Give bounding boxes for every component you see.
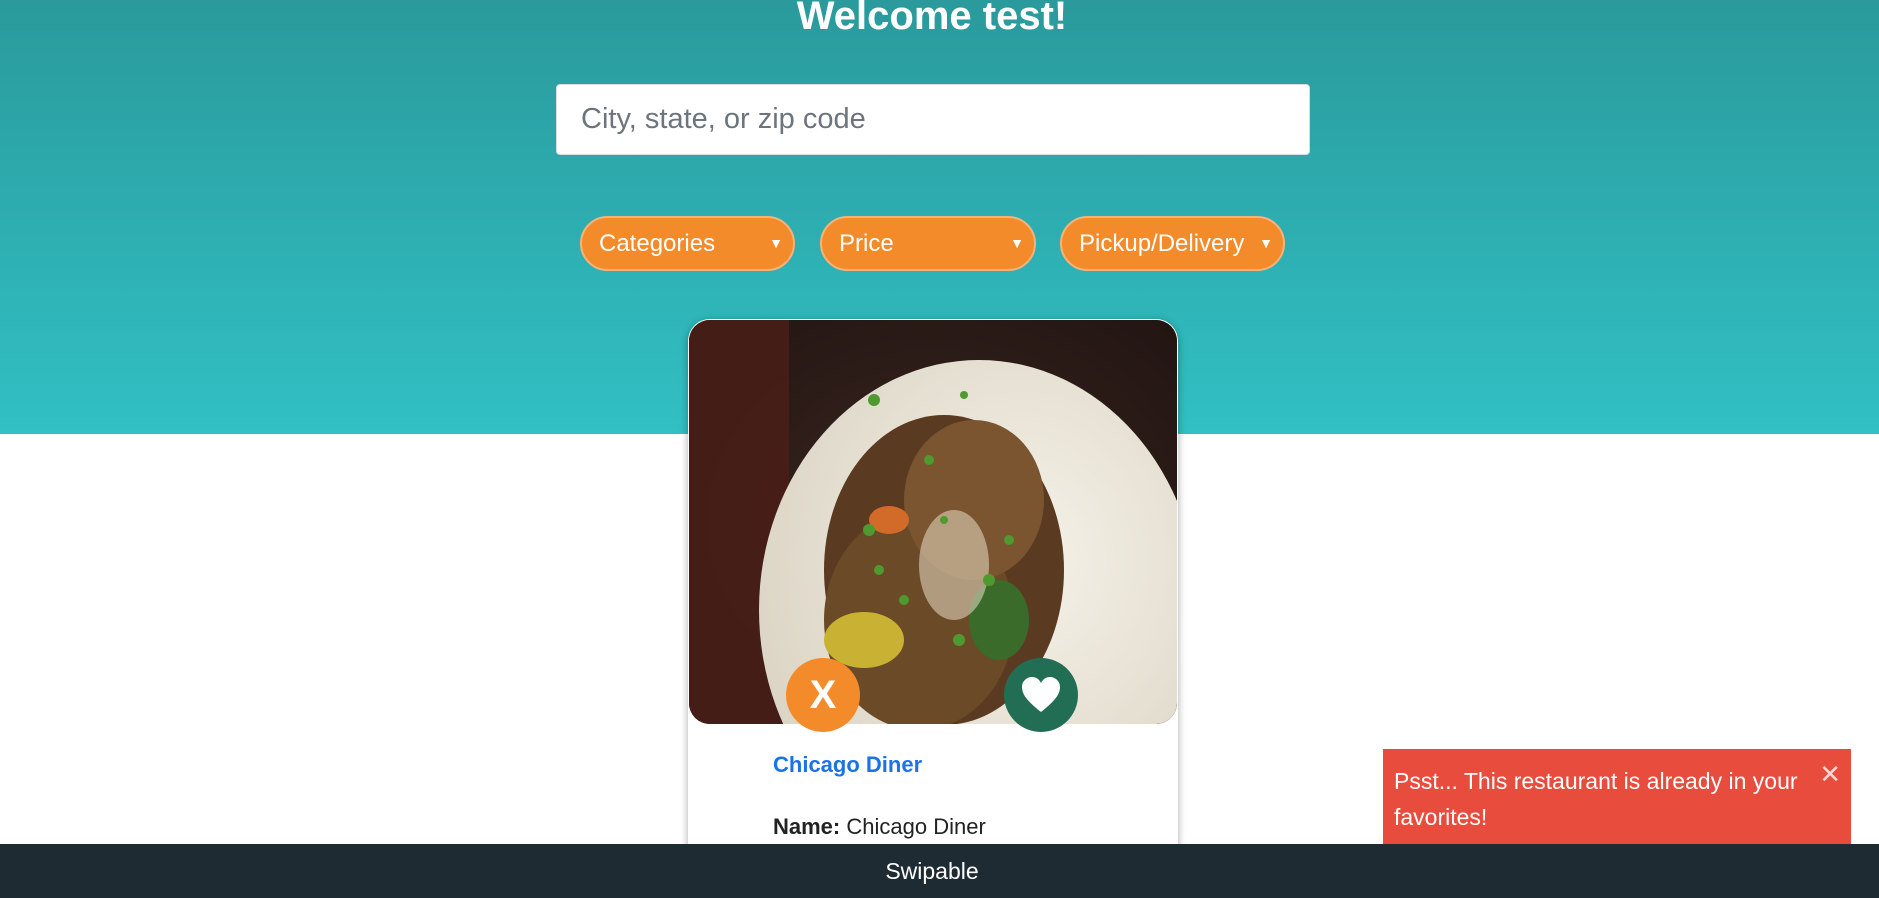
heart-icon — [1022, 677, 1060, 712]
restaurant-name-row: Name: Chicago Diner — [773, 814, 986, 840]
food-photo-illustration — [689, 320, 1177, 724]
footer-bar: Swipable — [0, 844, 1879, 898]
name-value: Chicago Diner — [846, 814, 986, 839]
chevron-down-icon: ▼ — [1259, 235, 1273, 251]
close-icon[interactable]: ✕ — [1819, 760, 1841, 788]
categories-label: Categories — [599, 230, 716, 257]
toast-message: Psst... This restaurant is already in yo… — [1394, 768, 1798, 830]
chevron-down-icon: ▼ — [769, 235, 783, 251]
pickup-delivery-dropdown[interactable]: Pickup/Delivery ▼ — [1060, 216, 1285, 271]
page: Welcome test! Categories ▼ Price ▼ Picku… — [0, 0, 1879, 898]
welcome-heading: Welcome test! — [796, 0, 1068, 38]
pickup-delivery-label: Pickup/Delivery — [1079, 230, 1245, 257]
footer-brand: Swipable — [885, 858, 979, 884]
chevron-down-icon: ▼ — [1010, 235, 1024, 251]
name-label: Name: — [773, 814, 841, 839]
dislike-button[interactable]: X — [786, 658, 860, 732]
like-button[interactable] — [1004, 658, 1078, 732]
favorites-toast: Psst... This restaurant is already in yo… — [1383, 749, 1851, 859]
categories-dropdown[interactable]: Categories ▼ — [580, 216, 795, 271]
price-label: Price — [839, 230, 894, 257]
location-search-input[interactable] — [556, 84, 1310, 155]
price-dropdown[interactable]: Price ▼ — [820, 216, 1036, 271]
food-photo — [689, 320, 1177, 724]
dislike-label: X — [809, 673, 837, 717]
restaurant-card[interactable] — [688, 319, 1178, 898]
restaurant-title-link[interactable]: Chicago Diner — [773, 752, 922, 778]
